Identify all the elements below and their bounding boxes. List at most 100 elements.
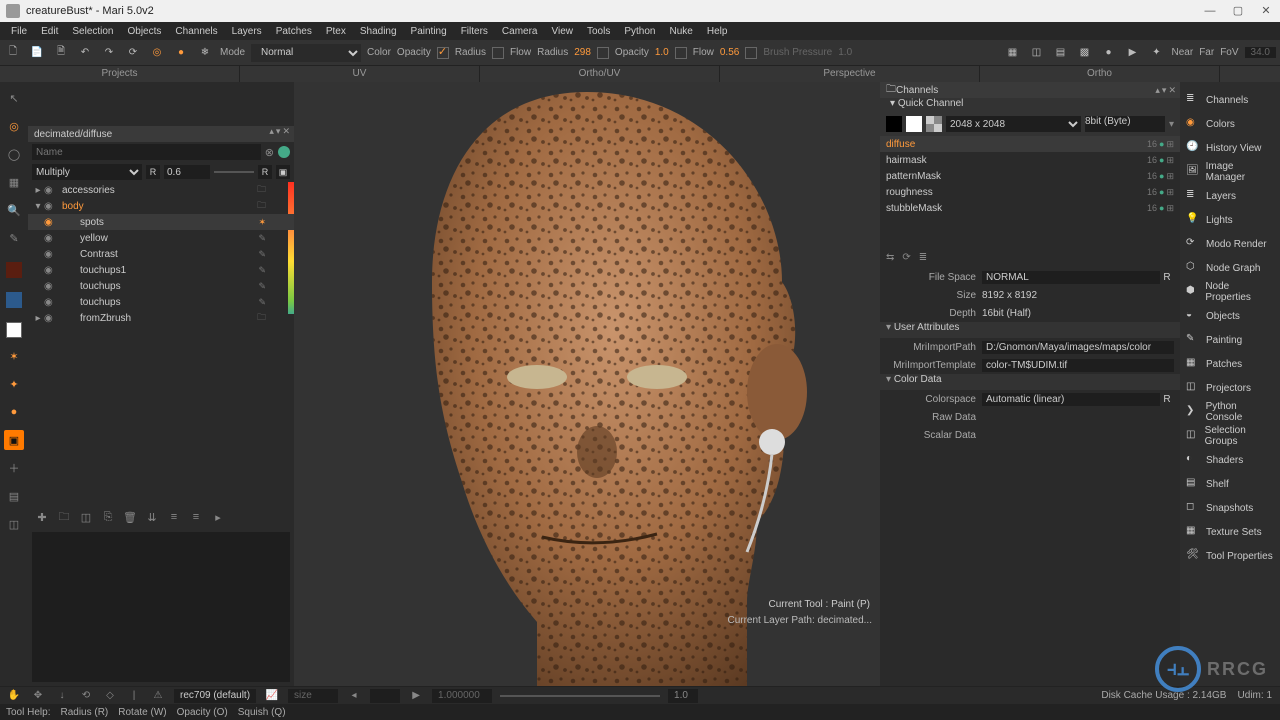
sphere-icon[interactable]: ● <box>1100 44 1118 62</box>
opacity-checkbox[interactable] <box>437 47 449 59</box>
warn-icon[interactable]: ⚠ <box>150 688 166 704</box>
layer-row-body[interactable]: ▾body🗀 <box>28 198 294 214</box>
filespace-reset[interactable]: R <box>1160 272 1174 283</box>
maximize-button[interactable]: ▢ <box>1224 0 1252 22</box>
mode-select[interactable]: Normal <box>251 44 361 62</box>
white-swatch[interactable] <box>6 322 22 338</box>
save-icon[interactable]: 🗎 <box>52 44 70 62</box>
user-attributes-header[interactable]: User Attributes <box>880 322 1180 338</box>
secondary-color-swatch[interactable] <box>6 292 22 308</box>
menu-painting[interactable]: Painting <box>404 26 454 37</box>
shelf-modo-render[interactable]: ⟳Modo Render <box>1180 232 1280 256</box>
qc-depth-select[interactable]: 8bit (Byte) <box>1085 116 1165 132</box>
shelf-lights[interactable]: 💡Lights <box>1180 208 1280 232</box>
shelf-shaders[interactable]: ◐Shaders <box>1180 448 1280 472</box>
add-group-icon[interactable]: 🗀 <box>56 508 72 527</box>
blend-mode-select[interactable]: Multiply <box>32 164 142 180</box>
close2-icon[interactable]: ✕ <box>1168 85 1176 96</box>
select-tool-icon[interactable]: ↖ <box>4 88 24 108</box>
graph-icon[interactable]: 📈 <box>264 688 280 704</box>
menu2-icon[interactable]: ▾ <box>1162 85 1167 96</box>
layer-row-touchups-b[interactable]: touchups✎ <box>28 294 294 310</box>
qc-swatch-black[interactable] <box>886 116 902 132</box>
shelf-node-properties[interactable]: ⬢Node Properties <box>1180 280 1280 304</box>
qc-swatch-white[interactable] <box>906 116 922 132</box>
box-icon[interactable]: ◫ <box>4 514 24 534</box>
shelf-python-console[interactable]: ❯Python Console <box>1180 400 1280 424</box>
colorspace-reset[interactable]: R <box>1160 394 1174 405</box>
snow-icon[interactable]: ❄ <box>196 44 214 62</box>
shelf-colors[interactable]: ◉Colors <box>1180 112 1280 136</box>
menu-ptex[interactable]: Ptex <box>319 26 353 37</box>
orbit-icon[interactable]: ◇ <box>102 688 118 704</box>
dot-tool-icon[interactable]: ● <box>4 402 24 422</box>
tab-ortho-uv[interactable]: Ortho/UV <box>480 66 720 82</box>
prev-frame-icon[interactable]: ◂ <box>346 688 362 704</box>
layer-row-contrast[interactable]: Contrast✎ <box>28 246 294 262</box>
menu-file[interactable]: File <box>4 26 34 37</box>
grid2-icon[interactable]: ▤ <box>4 486 24 506</box>
end-frame-field[interactable]: 1.0 <box>668 689 698 703</box>
menu-patches[interactable]: Patches <box>269 26 319 37</box>
flow-value[interactable]: 0.56 <box>720 47 739 58</box>
colorspace-select[interactable]: Automatic (linear) <box>982 393 1160 406</box>
open-icon[interactable]: 📄 <box>28 44 46 62</box>
opacity-value[interactable]: 1.0 <box>655 47 669 58</box>
minimize-button[interactable]: — <box>1196 0 1224 22</box>
chan-toggle-icon[interactable]: ⇆ <box>886 252 894 263</box>
size-select-bottom[interactable]: size <box>288 689 338 703</box>
menu-filters[interactable]: Filters <box>454 26 495 37</box>
new-icon[interactable]: 🗋 <box>4 44 22 62</box>
menu-python[interactable]: Python <box>617 26 662 37</box>
add-layer-icon[interactable]: ✚ <box>34 511 50 524</box>
shelf-shelf[interactable]: ▤Shelf <box>1180 472 1280 496</box>
tab-projects[interactable]: Projects <box>0 66 240 82</box>
menu-shading[interactable]: Shading <box>353 26 404 37</box>
filespace-select[interactable]: NORMAL <box>982 271 1160 284</box>
reset-blend-button[interactable]: R <box>146 165 160 179</box>
color-data-header[interactable]: Color Data <box>880 374 1180 390</box>
flatten-icon[interactable]: ≡ <box>166 511 182 523</box>
add-tool-icon[interactable]: ＋ <box>4 458 24 478</box>
mriimportpath-value[interactable]: D:/Gnomon/Maya/images/maps/color <box>982 341 1174 354</box>
panel-menu-icon[interactable]: ▾ <box>276 126 281 137</box>
shelf-history[interactable]: 🕘History View <box>1180 136 1280 160</box>
shelf-selection-groups[interactable]: ◫Selection Groups <box>1180 424 1280 448</box>
filter-icon[interactable]: ≡ <box>188 511 204 523</box>
layer-row-touchups1[interactable]: touchups1✎ <box>28 262 294 278</box>
layer-row-yellow[interactable]: yellow✎ <box>28 230 294 246</box>
shelf-painting[interactable]: ✎Painting <box>1180 328 1280 352</box>
flow2-checkbox[interactable] <box>675 47 687 59</box>
far-label[interactable]: Far <box>1199 47 1214 58</box>
menu-tools[interactable]: Tools <box>580 26 617 37</box>
menu-nuke[interactable]: Nuke <box>663 26 700 37</box>
play-bottom-icon[interactable]: ▶ <box>408 688 424 704</box>
shelf-channels[interactable]: ≣Channels <box>1180 88 1280 112</box>
layer-row-accessories[interactable]: ▸accessories🗀 <box>28 182 294 198</box>
colorspace-select-bottom[interactable]: rec709 (default) <box>174 689 256 703</box>
grid-tool-icon[interactable]: ▦ <box>4 172 24 192</box>
gear-icon[interactable]: ✦ <box>1148 44 1166 62</box>
menu-help[interactable]: Help <box>700 26 735 37</box>
zoom-tool-icon[interactable]: 🔍 <box>4 200 24 220</box>
down-icon[interactable]: ↓ <box>54 688 70 704</box>
cube-icon[interactable]: ▦ <box>1004 44 1022 62</box>
dup-layer-icon[interactable]: ⎘ <box>100 511 116 524</box>
paint-tool-icon[interactable]: ▣ <box>4 430 24 450</box>
more-icon[interactable]: ▸ <box>210 511 226 524</box>
chan-list-icon[interactable]: ≣ <box>919 252 927 263</box>
shelf-patches[interactable]: ▦Patches <box>1180 352 1280 376</box>
close-button[interactable]: ✕ <box>1252 0 1280 22</box>
sphere-tool-icon[interactable]: ◯ <box>4 144 24 164</box>
shelf-texture-sets[interactable]: ▦Texture Sets <box>1180 520 1280 544</box>
pin2-icon[interactable]: ▴ <box>1155 85 1160 96</box>
hand-icon[interactable]: ✋ <box>6 688 22 704</box>
layer-row-touchups-a[interactable]: touchups✎ <box>28 278 294 294</box>
tab-perspective[interactable]: Perspective <box>720 66 980 82</box>
channel-hairmask[interactable]: hairmask16●⊞ <box>880 152 1180 168</box>
layer-opacity-input[interactable] <box>164 165 210 179</box>
reset-opacity-button[interactable]: R <box>258 165 272 179</box>
channel-roughness[interactable]: roughness16●⊞ <box>880 184 1180 200</box>
speed-field[interactable]: 1.000000 <box>432 689 492 703</box>
add-mask-icon[interactable]: ◫ <box>78 511 94 524</box>
